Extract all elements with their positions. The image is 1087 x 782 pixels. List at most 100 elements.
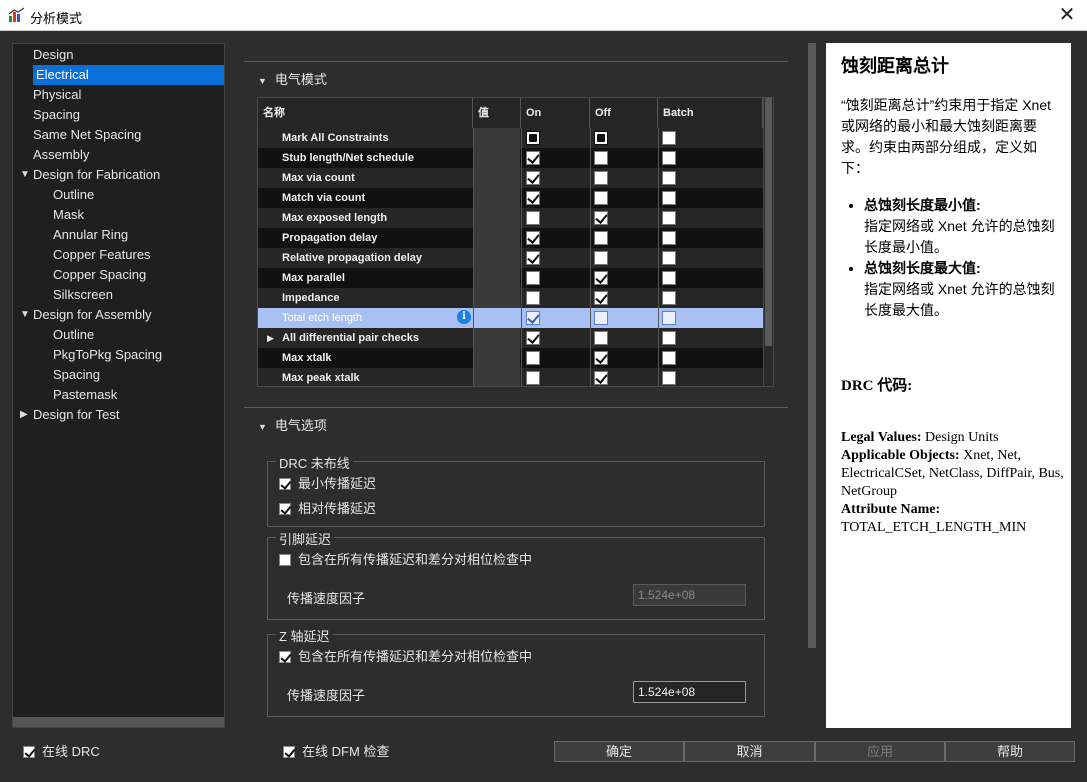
batch-checkbox[interactable]: [662, 371, 676, 385]
expand-right-icon[interactable]: ▶: [20, 405, 30, 425]
grid-row[interactable]: Max exposed length: [258, 208, 763, 228]
value-cell[interactable]: [473, 268, 520, 288]
checkbox-box[interactable]: [283, 746, 295, 758]
checkbox-box[interactable]: [279, 478, 291, 490]
grid-row[interactable]: ▶ All differential pair checks: [258, 328, 763, 348]
tree-item[interactable]: Design for Test: [33, 405, 119, 425]
column-header-name[interactable]: 名称: [258, 98, 473, 128]
electrical-modes-header[interactable]: ▼ 电气模式: [258, 69, 327, 88]
off-checkbox[interactable]: [594, 171, 608, 185]
grid-vertical-scrollbar[interactable]: [763, 98, 773, 386]
apply-button[interactable]: 应用: [815, 741, 945, 762]
batch-checkbox[interactable]: [662, 351, 676, 365]
expand-right-icon[interactable]: ▶: [267, 328, 274, 348]
expand-down-icon[interactable]: ▼: [20, 305, 30, 325]
column-header-off[interactable]: Off: [590, 98, 658, 128]
on-checkbox[interactable]: [526, 231, 540, 245]
value-cell[interactable]: [473, 308, 520, 328]
on-checkbox[interactable]: [526, 151, 540, 165]
batch-checkbox[interactable]: [662, 251, 676, 265]
value-cell[interactable]: [473, 228, 520, 248]
tree-horizontal-scrollbar[interactable]: [13, 717, 224, 727]
checkbox-box[interactable]: [279, 554, 291, 566]
off-checkbox[interactable]: [594, 371, 608, 385]
tree-item[interactable]: Spacing: [33, 105, 80, 125]
ok-button[interactable]: 确定: [554, 741, 684, 762]
batch-checkbox[interactable]: [662, 211, 676, 225]
tree-item[interactable]: Physical: [33, 85, 81, 105]
on-checkbox[interactable]: [526, 351, 540, 365]
tree-item[interactable]: PkgToPkg Spacing: [53, 345, 162, 365]
value-cell[interactable]: [473, 128, 520, 148]
tree-item[interactable]: Spacing: [53, 365, 100, 385]
tree-item[interactable]: Outline: [53, 325, 94, 345]
tree-item[interactable]: Annular Ring: [53, 225, 128, 245]
tree-item[interactable]: Design: [33, 45, 73, 65]
checkbox-box[interactable]: [279, 503, 291, 515]
on-checkbox[interactable]: [526, 251, 540, 265]
on-checkbox[interactable]: [526, 311, 540, 325]
tree-item[interactable]: Copper Features: [53, 245, 151, 265]
help-button[interactable]: 帮助: [945, 741, 1075, 762]
off-checkbox[interactable]: [594, 351, 608, 365]
checkbox-box[interactable]: [23, 746, 35, 758]
scroll-thumb[interactable]: [765, 98, 772, 346]
on-checkbox[interactable]: [526, 331, 540, 345]
off-checkbox[interactable]: [594, 331, 608, 345]
checkbox-box[interactable]: [279, 651, 291, 663]
tree-item[interactable]: Electrical: [33, 65, 224, 85]
batch-checkbox[interactable]: [662, 231, 676, 245]
value-cell[interactable]: [473, 168, 520, 188]
tree-item[interactable]: Copper Spacing: [53, 265, 146, 285]
tree-item[interactable]: Pastemask: [53, 385, 117, 405]
column-header-on[interactable]: On: [521, 98, 590, 128]
grid-row[interactable]: Match via count: [258, 188, 763, 208]
on-checkbox[interactable]: [526, 171, 540, 185]
tree-item[interactable]: Mask: [53, 205, 84, 225]
grid-row[interactable]: Max xtalk: [258, 348, 763, 368]
off-checkbox[interactable]: [594, 311, 608, 325]
value-cell[interactable]: [473, 208, 520, 228]
off-checkbox[interactable]: [594, 151, 608, 165]
off-checkbox[interactable]: [594, 231, 608, 245]
batch-checkbox[interactable]: [662, 271, 676, 285]
grid-row[interactable]: Total etch length i: [258, 308, 763, 328]
on-checkbox[interactable]: [526, 291, 540, 305]
tree-item[interactable]: Design for Fabrication: [33, 165, 160, 185]
off-checkbox[interactable]: [594, 131, 608, 145]
batch-checkbox[interactable]: [662, 311, 676, 325]
on-checkbox[interactable]: [526, 271, 540, 285]
tree-item[interactable]: Assembly: [33, 145, 89, 165]
tree-item[interactable]: Same Net Spacing: [33, 125, 141, 145]
value-cell[interactable]: [473, 368, 520, 386]
off-checkbox[interactable]: [594, 211, 608, 225]
tree-item[interactable]: Silkscreen: [53, 285, 113, 305]
column-header-value[interactable]: 值: [473, 98, 521, 128]
on-checkbox[interactable]: [526, 191, 540, 205]
grid-row[interactable]: Max parallel: [258, 268, 763, 288]
batch-checkbox[interactable]: [662, 191, 676, 205]
off-checkbox[interactable]: [594, 191, 608, 205]
off-checkbox[interactable]: [594, 271, 608, 285]
grid-row[interactable]: Mark All Constraints: [258, 128, 763, 148]
off-checkbox[interactable]: [594, 291, 608, 305]
batch-checkbox[interactable]: [662, 331, 676, 345]
grid-row[interactable]: Max peak xtalk: [258, 368, 763, 386]
info-icon[interactable]: i: [457, 310, 471, 324]
batch-checkbox[interactable]: [662, 151, 676, 165]
batch-checkbox[interactable]: [662, 131, 676, 145]
cancel-button[interactable]: 取消: [684, 741, 815, 762]
value-cell[interactable]: [473, 288, 520, 308]
column-header-batch[interactable]: Batch: [658, 98, 763, 128]
close-icon[interactable]: ✕: [1057, 4, 1077, 26]
value-cell[interactable]: [473, 348, 520, 368]
expand-down-icon[interactable]: ▼: [20, 165, 30, 185]
z-delay-speed-input[interactable]: 1.524e+08: [633, 681, 746, 703]
on-checkbox[interactable]: [526, 371, 540, 385]
on-checkbox[interactable]: [526, 211, 540, 225]
grid-row[interactable]: Stub length/Net schedule: [258, 148, 763, 168]
tree-item[interactable]: Design for Assembly: [33, 305, 152, 325]
settings-vertical-scrollbar[interactable]: [808, 43, 816, 648]
batch-checkbox[interactable]: [662, 171, 676, 185]
electrical-options-header[interactable]: ▼ 电气选项: [258, 415, 327, 434]
